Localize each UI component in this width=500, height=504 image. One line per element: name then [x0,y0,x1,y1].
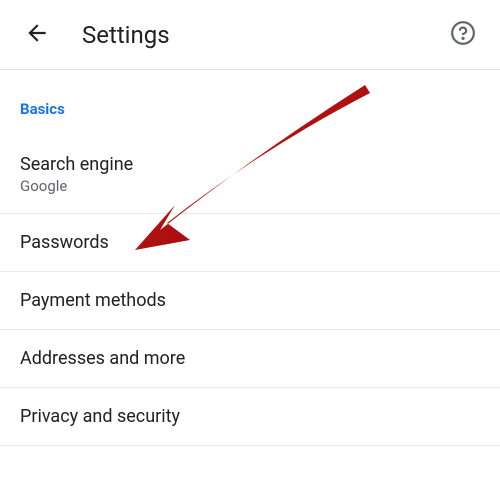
setting-row-passwords[interactable]: Passwords [0,214,500,272]
page-title: Settings [82,21,170,49]
section-header-basics: Basics [0,70,500,136]
header-bar: Settings [0,0,500,70]
back-button[interactable] [20,16,54,53]
help-button[interactable] [446,16,480,53]
arrow-left-icon [24,20,50,49]
setting-subtitle: Google [20,177,480,195]
help-icon [450,20,476,49]
setting-title: Search engine [20,154,480,175]
setting-row-privacy[interactable]: Privacy and security [0,388,500,446]
setting-row-addresses[interactable]: Addresses and more [0,330,500,388]
setting-title: Payment methods [20,290,480,311]
setting-row-search-engine[interactable]: Search engine Google [0,136,500,214]
setting-title: Addresses and more [20,348,480,369]
setting-title: Passwords [20,232,480,253]
setting-title: Privacy and security [20,406,480,427]
setting-row-payment-methods[interactable]: Payment methods [0,272,500,330]
